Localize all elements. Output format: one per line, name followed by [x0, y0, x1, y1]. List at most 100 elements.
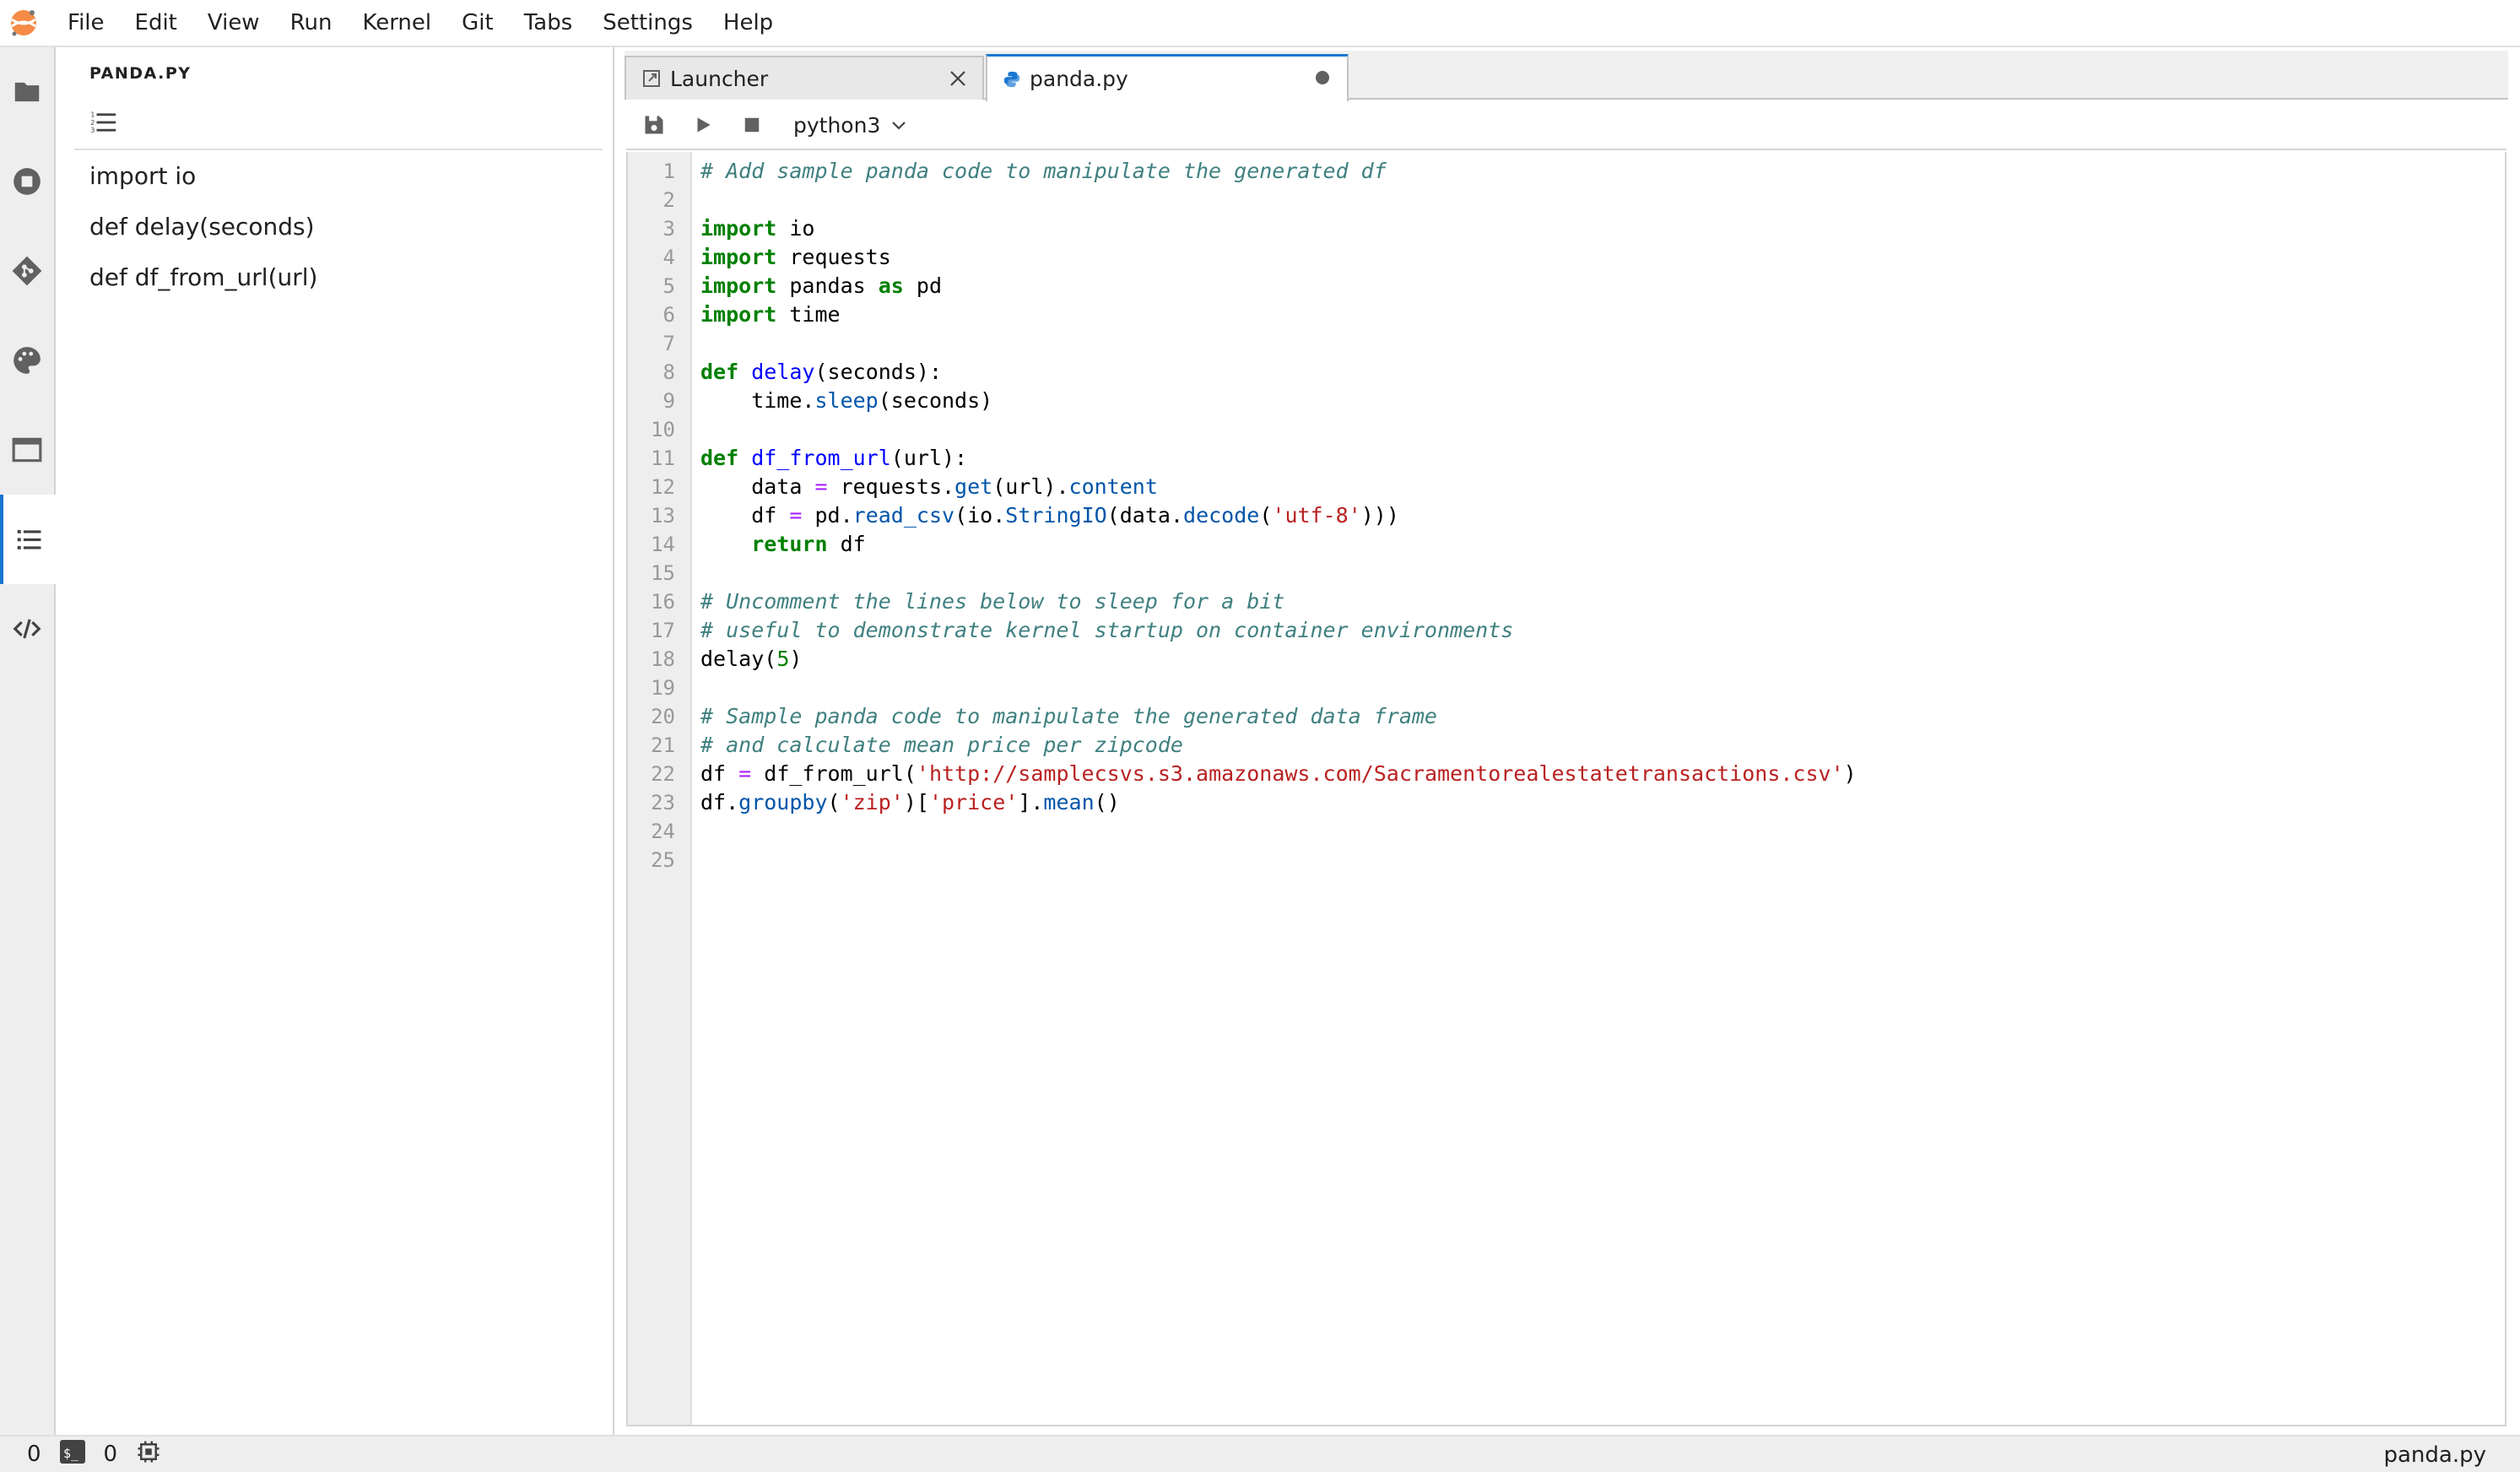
- code-line[interactable]: df.groupby('zip')['price'].mean(): [700, 788, 1120, 817]
- line-number: 20: [651, 705, 675, 728]
- code-line[interactable]: import time: [700, 300, 841, 329]
- code-line[interactable]: df = df_from_url('http://samplecsvs.s3.a…: [700, 760, 1857, 788]
- status-bar: 0 $_ 0 panda.py: [0, 1435, 2520, 1472]
- tab-panda-py[interactable]: panda.py: [986, 54, 1349, 101]
- line-number: 16: [651, 590, 675, 614]
- menu-git[interactable]: Git: [446, 0, 509, 46]
- svg-text:1: 1: [90, 111, 95, 119]
- jupyter-logo-icon: [0, 0, 52, 46]
- code-line[interactable]: delay(5): [700, 645, 802, 674]
- open-tabs-tab[interactable]: [0, 405, 54, 495]
- code-line[interactable]: def delay(seconds):: [700, 358, 942, 387]
- menu-help[interactable]: Help: [708, 0, 788, 46]
- code-line[interactable]: time.sleep(seconds): [700, 387, 992, 415]
- kernel-count[interactable]: 0: [104, 1442, 118, 1467]
- code-line[interactable]: # useful to demonstrate kernel startup o…: [700, 616, 1513, 645]
- menu-kernel[interactable]: Kernel: [347, 0, 446, 46]
- save-button[interactable]: [630, 100, 679, 149]
- code-line[interactable]: import pandas as pd: [700, 272, 942, 300]
- main-dock-area: Launcher panda.py python3 1 2 3 4 5 6 7 …: [625, 51, 2508, 1426]
- line-number: 2: [662, 188, 675, 212]
- code-line[interactable]: # Add sample panda code to manipulate th…: [700, 157, 1387, 186]
- menu-edit[interactable]: Edit: [120, 0, 192, 46]
- table-of-contents-panel: PANDA.PY 1 2 3 import io def delay(secon…: [56, 47, 614, 1435]
- tab-launcher[interactable]: Launcher: [625, 56, 984, 100]
- svg-text:$_: $_: [63, 1446, 79, 1461]
- line-number: 18: [651, 647, 675, 671]
- toc-toolbar: 1 2 3: [74, 96, 603, 150]
- line-number: 8: [662, 360, 675, 384]
- toc-entry[interactable]: import io: [89, 162, 196, 190]
- line-number: 4: [662, 246, 675, 269]
- run-button[interactable]: [679, 100, 727, 149]
- running-kernels-tab[interactable]: [0, 137, 54, 226]
- property-inspector-tab[interactable]: [0, 584, 54, 674]
- code-line[interactable]: # Sample panda code to manipulate the ge…: [700, 702, 1437, 731]
- code-line[interactable]: data = requests.get(url).content: [700, 473, 1158, 501]
- folder-icon: [14, 82, 40, 102]
- toc-entry[interactable]: def delay(seconds): [89, 213, 315, 241]
- toc-entry[interactable]: def df_from_url(url): [89, 263, 317, 291]
- git-tab[interactable]: [0, 226, 54, 316]
- kernel-name: python3: [793, 112, 881, 138]
- palette-icon: [14, 347, 41, 374]
- menu-view[interactable]: View: [192, 0, 275, 46]
- numbered-list-icon: 1 2 3: [90, 111, 116, 134]
- launch-icon: [641, 68, 662, 89]
- toc-title: PANDA.PY: [89, 64, 192, 83]
- code-line[interactable]: # Uncomment the lines below to sleep for…: [700, 587, 1284, 616]
- chevron-down-icon: [892, 122, 906, 130]
- line-number: 19: [651, 676, 675, 700]
- property-theme-tab[interactable]: [0, 316, 54, 405]
- line-number: 11: [651, 446, 675, 470]
- tab-label: panda.py: [1030, 67, 1128, 91]
- code-line[interactable]: df = pd.read_csv(io.StringIO(data.decode…: [700, 501, 1399, 530]
- line-number: 14: [651, 533, 675, 556]
- toc-numbering-button[interactable]: 1 2 3: [86, 105, 122, 140]
- property-inspector-icon: [13, 619, 41, 639]
- python-icon: [1003, 70, 1021, 89]
- menu-file[interactable]: File: [52, 0, 120, 46]
- line-number: 13: [651, 504, 675, 528]
- table-of-contents-tab[interactable]: [0, 495, 56, 584]
- line-number-gutter: 1 2 3 4 5 6 7 8 9 10 11 12 13 14 15 16 17 18 19 20 21 22 23 24 2…: [628, 152, 692, 1425]
- line-number: 22: [651, 762, 675, 786]
- line-number: 15: [651, 561, 675, 585]
- table-of-contents-icon: [17, 529, 41, 549]
- menu-bar: File Edit View Run Kernel Git Tabs Setti…: [0, 0, 2520, 47]
- terminal-count[interactable]: 0: [27, 1442, 41, 1467]
- code-line[interactable]: return df: [700, 530, 865, 559]
- stop-button[interactable]: [727, 100, 776, 149]
- kernel-selector[interactable]: python3: [793, 113, 907, 138]
- code-line[interactable]: import requests: [700, 243, 891, 272]
- cpu-icon: [136, 1439, 161, 1470]
- menu-tabs[interactable]: Tabs: [509, 0, 588, 46]
- status-filename: panda.py: [2383, 1442, 2486, 1468]
- git-icon: [12, 256, 42, 286]
- file-browser-tab[interactable]: [0, 47, 54, 137]
- open-tabs-icon: [12, 437, 42, 463]
- code-editor[interactable]: 1 2 3 4 5 6 7 8 9 10 11 12 13 14 15 16 17 18 19 20 21 22 23 24 2…: [626, 152, 2506, 1426]
- code-line[interactable]: # and calculate mean price per zipcode: [700, 731, 1183, 760]
- run-icon: [697, 117, 711, 133]
- line-number: 17: [651, 619, 675, 642]
- line-number: 1: [662, 160, 675, 183]
- svg-text:3: 3: [90, 127, 95, 134]
- tab-label: Launcher: [670, 66, 769, 91]
- unsaved-dot-icon[interactable]: [1311, 67, 1333, 89]
- code-line[interactable]: def df_from_url(url):: [700, 444, 967, 473]
- line-number: 21: [651, 733, 675, 757]
- stop-icon: [744, 117, 760, 133]
- code-line[interactable]: import io: [700, 214, 814, 243]
- editor-toolbar: python3: [626, 101, 2506, 150]
- menu-settings[interactable]: Settings: [587, 0, 708, 46]
- status-left: 0 $_ 0: [0, 1439, 180, 1470]
- menu-run[interactable]: Run: [275, 0, 348, 46]
- save-icon: [645, 116, 663, 134]
- line-number: 12: [651, 475, 675, 499]
- line-number: 23: [651, 791, 675, 814]
- activity-bar: [0, 47, 56, 1435]
- close-icon[interactable]: [947, 68, 969, 89]
- line-number: 7: [662, 332, 675, 355]
- line-number: 5: [662, 274, 675, 298]
